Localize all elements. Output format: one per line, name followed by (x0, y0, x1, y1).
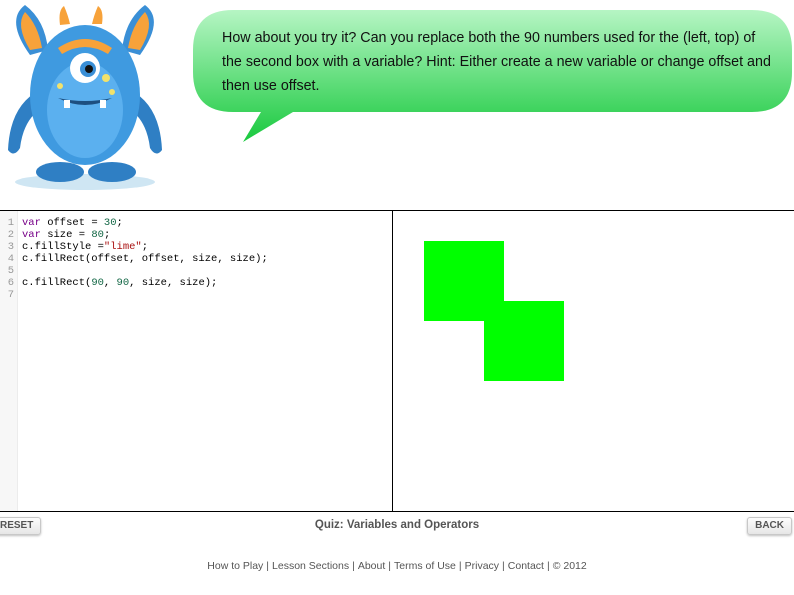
code-token: 90 (116, 277, 130, 289)
code-line[interactable]: c.fillStyle ="lime"; (22, 241, 148, 253)
line-number: 3 (7, 241, 14, 253)
footer-separator: | (546, 560, 550, 572)
code-token: ; (116, 217, 123, 229)
code-token: c.fillRect(offset, offset, size, size); (22, 253, 268, 265)
footer-separator: | (266, 560, 270, 572)
footer-separator: | (502, 560, 505, 572)
workspace: 1234567 var offset = 30; var size = 80; c.… (0, 210, 794, 512)
code-line[interactable]: var offset = 30; (22, 217, 123, 229)
line-number-gutter: 1234567 (0, 211, 18, 511)
code-editor[interactable]: 1234567 var offset = 30; var size = 80; c.… (0, 211, 393, 511)
footer-link[interactable]: Lesson Sections (272, 560, 349, 572)
code-token: ; (103, 229, 111, 241)
back-button[interactable]: BACK (747, 517, 792, 535)
green-rect-2 (484, 301, 564, 381)
footer-link[interactable]: Contact (508, 560, 544, 572)
code-token: , size, size); (129, 277, 218, 289)
code-token: offset = (40, 217, 104, 229)
line-number: 2 (7, 229, 14, 241)
code-token: 80 (91, 229, 104, 241)
canvas-output (394, 211, 794, 511)
instruction-text: How about you try it? Can you replace bo… (222, 30, 771, 94)
code-token: c.fillRect( (22, 277, 92, 289)
footer-link[interactable]: About (358, 560, 385, 572)
quiz-title: Quiz: Variables and Operators (314, 519, 480, 531)
line-number: 5 (7, 265, 14, 277)
code-token: , (103, 277, 117, 289)
code-line[interactable]: c.fillRect(90, 90, size, size); (22, 277, 217, 289)
code-token: c.fillStyle = (22, 241, 104, 253)
line-number: 1 (7, 217, 14, 229)
code-token: 90 (91, 277, 104, 289)
monster-mascot-icon (8, 5, 162, 190)
footer: How to Play | Lesson Sections | About | Terms … (0, 560, 794, 572)
line-number: 6 (7, 277, 14, 289)
code-token: "lime" (103, 241, 142, 253)
line-number: 7 (7, 289, 14, 301)
footer-separator: | (458, 560, 462, 572)
footer-link[interactable]: How to Play (207, 560, 263, 572)
code-line[interactable]: c.fillRect(offset, offset, size, size); (22, 253, 268, 265)
code-token: 30 (103, 217, 117, 229)
footer-separator: | (388, 560, 392, 572)
speech-bubble: How about you try it? Can you replace bo… (193, 10, 792, 142)
footer-link[interactable]: Privacy (465, 560, 499, 572)
line-number: 4 (7, 253, 14, 265)
footer-link[interactable]: Terms of Use (394, 560, 456, 572)
code-token: var (22, 217, 41, 229)
code-token: ; (141, 241, 149, 253)
footer-separator: | (352, 560, 355, 572)
footer-copyright: © 2012 (552, 560, 587, 572)
code-line[interactable]: var size = 80; (22, 229, 110, 241)
lesson-page: How about you try it? Can you replace bo… (0, 0, 794, 595)
code-token: var (22, 229, 41, 241)
code-token: size = (40, 229, 92, 241)
